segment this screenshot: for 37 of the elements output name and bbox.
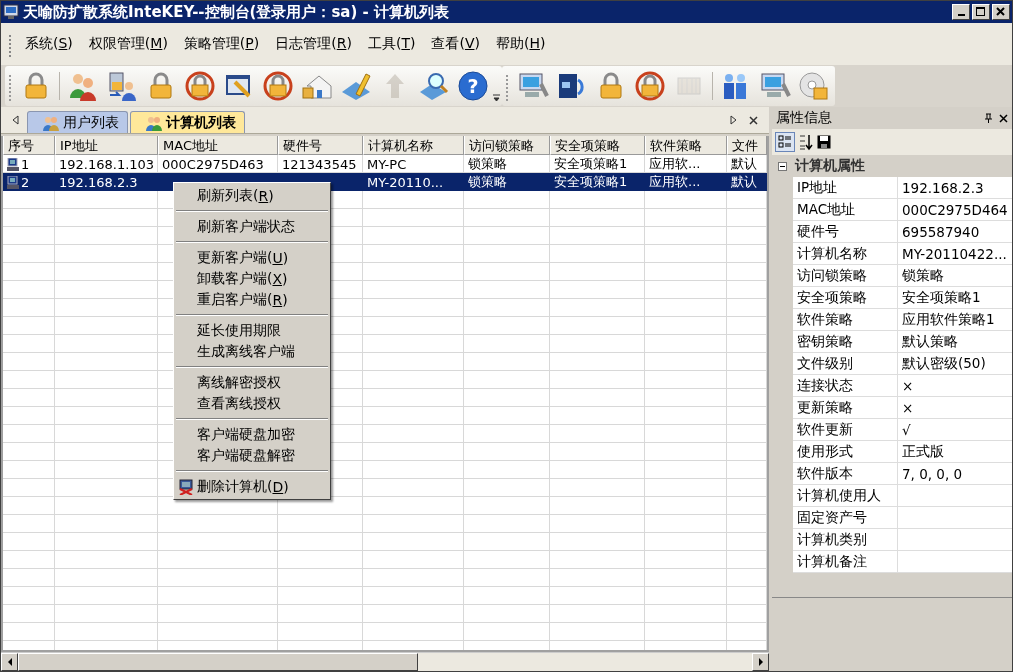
table-cell: 121343545 xyxy=(282,156,357,172)
table-cell: MY-PC xyxy=(367,156,407,172)
category-heading: 计算机属性 xyxy=(795,157,865,175)
property-name: 软件策略 xyxy=(793,309,898,330)
property-name: 硬件号 xyxy=(793,221,898,242)
table-cell: 默认 xyxy=(731,173,757,191)
property-name: 使用形式 xyxy=(793,441,898,462)
table-cell: 默认 xyxy=(731,155,757,173)
property-name: 访问锁策略 xyxy=(793,265,898,286)
property-name: 计算机类别 xyxy=(793,529,898,550)
property-name: 安全项策略 xyxy=(793,287,898,308)
property-name: 密钥策略 xyxy=(793,331,898,352)
property-name: 更新策略 xyxy=(793,397,898,418)
table-cell: 锁策略 xyxy=(468,173,507,191)
property-name: 计算机使用人 xyxy=(793,485,898,506)
table-cell: 安全项策略1 xyxy=(554,155,628,173)
table-cell: 2 xyxy=(21,174,30,190)
property-name: 计算机名称 xyxy=(793,243,898,264)
property-name: 文件级别 xyxy=(793,353,898,374)
table-cell: 锁策略 xyxy=(468,155,507,173)
table-cell: 000C2975D463 xyxy=(162,156,264,172)
table-cell: 应用软... xyxy=(649,155,701,173)
property-name: 连接状态 xyxy=(793,375,898,396)
table-cell: 192.168.2.3 xyxy=(59,174,138,190)
table-cell: 安全项策略1 xyxy=(554,173,628,191)
property-name: 计算机备注 xyxy=(793,551,898,572)
table-cell: MY-20110... xyxy=(367,174,444,190)
property-name: 软件版本 xyxy=(793,463,898,484)
property-name: 固定资产号 xyxy=(793,507,898,528)
panel-title: 属性信息 xyxy=(776,109,832,127)
table-cell: 应用软... xyxy=(649,173,701,191)
property-name: IP地址 xyxy=(793,177,898,198)
table-cell: 192.168.1.103 xyxy=(59,156,155,172)
table-cell: 1 xyxy=(21,156,30,172)
property-name: MAC地址 xyxy=(793,199,898,220)
property-name: 软件更新 xyxy=(793,419,898,440)
window-title: 天喻防扩散系统InteKEY--控制台(登录用户：sa) - 计算机列表 xyxy=(23,2,449,22)
